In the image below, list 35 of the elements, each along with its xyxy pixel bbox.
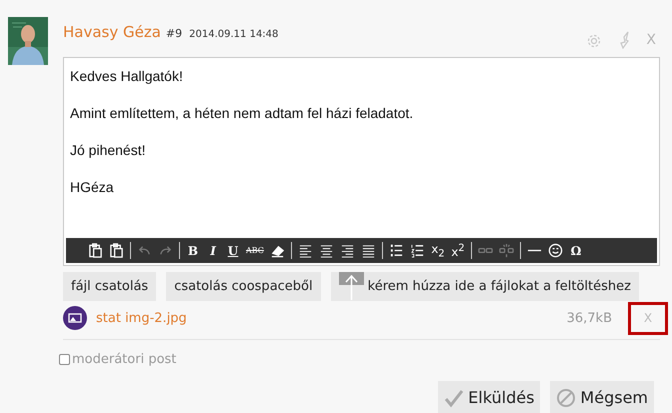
attach-button[interactable]: csatolás coospaceből (166, 272, 321, 301)
eraser-icon[interactable] (270, 243, 285, 258)
moderator-checkbox[interactable] (59, 354, 70, 365)
numbered-list-icon[interactable] (410, 243, 425, 258)
underline-button[interactable]: U (226, 244, 240, 258)
subscript-button[interactable]: x$_{2}$ (430, 242, 445, 260)
check-icon (444, 388, 464, 408)
attach-button[interactable]: fájl csatolás (63, 272, 156, 301)
no-entry-icon (556, 388, 576, 408)
image-file-icon (63, 306, 87, 330)
italic-button[interactable]: I (206, 244, 220, 258)
paragraph: Amint említettem, a héten nem adtam fel házi feladatot. (70, 104, 414, 122)
paragraph: HGéza (70, 178, 115, 196)
strikethrough-button[interactable]: ABC (246, 246, 264, 255)
paste-text-icon[interactable] (88, 243, 103, 258)
justify-icon[interactable] (360, 243, 376, 258)
align-left-icon[interactable] (298, 243, 313, 258)
smiley-icon[interactable] (548, 243, 563, 258)
paragraph: Jó pihenést! (70, 141, 146, 159)
special-character-button[interactable]: Ω (568, 244, 583, 258)
superscript-button[interactable]: x$^{2}$ (450, 242, 465, 258)
upload-arrow-icon (338, 272, 364, 301)
cancel-button[interactable]: Mégsem (550, 381, 654, 413)
post-number: #9 (166, 27, 182, 40)
send-button[interactable]: Elküldés (438, 381, 540, 413)
paragraph: Kedves Hallgatók! (70, 67, 184, 85)
bullet-list-icon[interactable] (388, 243, 404, 258)
upload-drop-button[interactable]: kérem húzza ide a fájlokat a feltöltéshez (330, 272, 639, 301)
bold-button[interactable]: B (186, 244, 200, 258)
align-right-icon[interactable] (340, 243, 355, 258)
message-text-area[interactable]: Kedves Hallgatók! Amint említettem, a héten nem adtam fel házi feladatot. Jó pihenést! HGéza (64, 58, 659, 238)
align-center-icon[interactable] (318, 243, 334, 258)
file-size: 36,7kB (566, 310, 612, 326)
timestamp: 2014.09.11 14:48 (189, 29, 278, 40)
paste-word-icon[interactable] (109, 243, 124, 258)
